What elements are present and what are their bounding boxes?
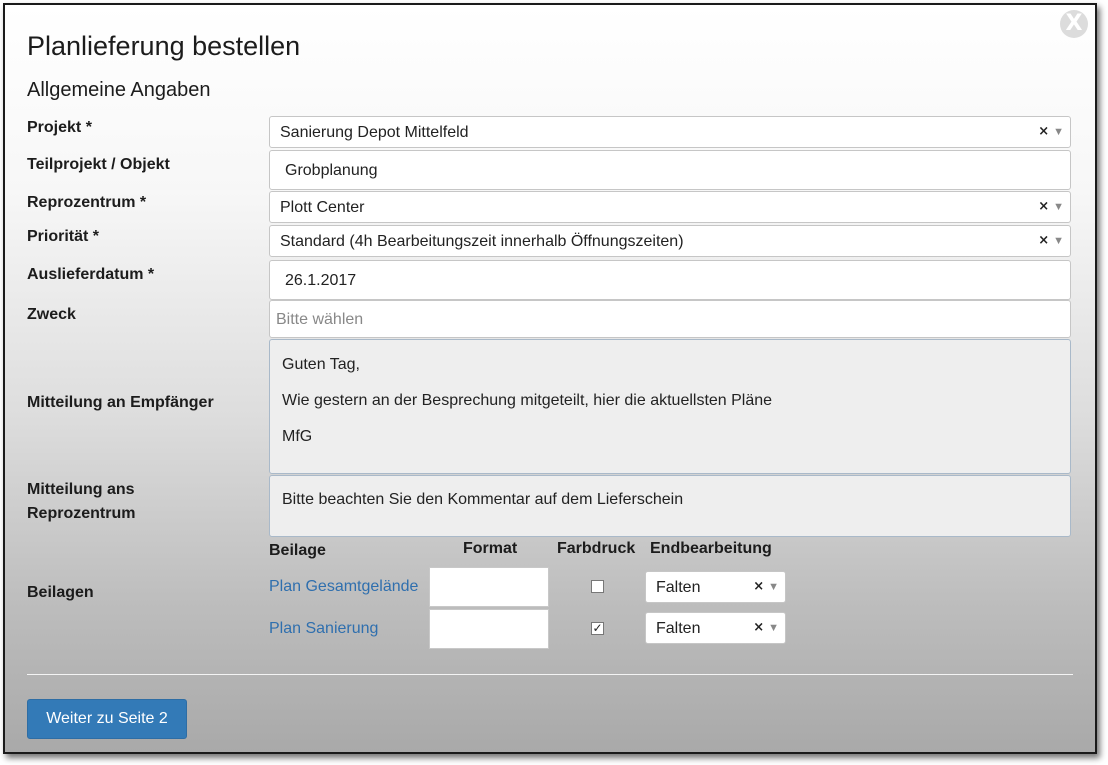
farbdruck-header: Farbdruck <box>557 540 636 557</box>
format-input[interactable] <box>429 609 549 649</box>
chevron-down-icon[interactable]: ▼ <box>1053 201 1064 213</box>
prioritaet-value: Standard (4h Bearbeitungszeit innerhalb … <box>280 233 684 250</box>
format-input[interactable] <box>429 567 549 607</box>
reprozentrum-label: Reprozentrum * <box>27 194 147 211</box>
dialog-title: Planlieferung bestellen <box>27 31 301 61</box>
mitteilung-repro-label-line1: Mitteilung ans <box>27 481 135 498</box>
prioritaet-select[interactable]: Standard (4h Bearbeitungszeit innerhalb … <box>269 225 1071 257</box>
zweck-placeholder: Bitte wählen <box>276 311 364 328</box>
next-page-button[interactable]: Weiter zu Seite 2 <box>27 699 187 739</box>
endbearbeitung-select[interactable]: Falten × ▼ <box>645 571 786 603</box>
farbdruck-checkbox[interactable] <box>591 580 604 593</box>
section-title: Allgemeine Angaben <box>27 79 211 101</box>
beilage-header: Beilage <box>269 542 326 559</box>
clear-icon[interactable]: × <box>753 620 764 635</box>
projekt-label: Projekt * <box>27 119 92 136</box>
chevron-down-icon[interactable]: ▼ <box>1053 126 1064 138</box>
mitteilung-empfaenger-label: Mitteilung an Empfänger <box>27 394 214 411</box>
endbearbeitung-header: Endbearbeitung <box>650 540 772 557</box>
format-header: Format <box>463 540 518 557</box>
auslieferdatum-field[interactable]: 26.1.2017 <box>269 260 1071 300</box>
zweck-select[interactable]: Bitte wählen <box>269 300 1071 338</box>
chevron-down-icon[interactable]: ▼ <box>1053 235 1064 247</box>
reprozentrum-value: Plott Center <box>280 199 365 216</box>
teilprojekt-field[interactable]: Grobplanung <box>269 150 1071 190</box>
clear-icon[interactable]: × <box>1038 199 1049 214</box>
endbearbeitung-value: Falten <box>656 579 701 596</box>
order-dialog: X Planlieferung bestellen Allgemeine Ang… <box>3 3 1097 754</box>
teilprojekt-value: Grobplanung <box>285 162 378 179</box>
close-icon[interactable]: X <box>1060 10 1088 38</box>
mitteilung-empfaenger-textarea[interactable]: Guten Tag, Wie gestern an der Besprechun… <box>269 339 1071 474</box>
chevron-down-icon[interactable]: ▼ <box>768 581 779 593</box>
zweck-label: Zweck <box>27 306 76 323</box>
divider <box>27 674 1073 675</box>
beilage-link[interactable]: Plan Gesamtgelände <box>269 578 418 596</box>
message-line: Bitte beachten Sie den Kommentar auf dem… <box>282 491 684 508</box>
mitteilung-repro-label-line2: Reprozentrum <box>27 505 136 522</box>
endbearbeitung-select[interactable]: Falten × ▼ <box>645 612 786 644</box>
message-line: Guten Tag, <box>282 356 360 373</box>
auslieferdatum-value: 26.1.2017 <box>285 272 357 289</box>
beilagen-label: Beilagen <box>27 584 94 601</box>
message-line: MfG <box>282 428 313 445</box>
clear-icon[interactable]: × <box>1038 124 1049 139</box>
auslieferdatum-label: Auslieferdatum * <box>27 266 155 283</box>
reprozentrum-select[interactable]: Plott Center × ▼ <box>269 191 1071 223</box>
message-line: Wie gestern an der Besprechung mitgeteil… <box>282 392 773 409</box>
teilprojekt-label: Teilprojekt / Objekt <box>27 156 170 173</box>
projekt-select[interactable]: Sanierung Depot Mittelfeld × ▼ <box>269 116 1071 148</box>
chevron-down-icon[interactable]: ▼ <box>768 622 779 634</box>
farbdruck-checkbox[interactable]: ✓ <box>591 622 604 635</box>
prioritaet-label: Priorität * <box>27 228 100 245</box>
projekt-value: Sanierung Depot Mittelfeld <box>280 124 469 141</box>
endbearbeitung-value: Falten <box>656 620 701 637</box>
clear-icon[interactable]: × <box>753 579 764 594</box>
clear-icon[interactable]: × <box>1038 233 1049 248</box>
mitteilung-repro-textarea[interactable]: Bitte beachten Sie den Kommentar auf dem… <box>269 475 1071 537</box>
beilage-link[interactable]: Plan Sanierung <box>269 620 378 638</box>
